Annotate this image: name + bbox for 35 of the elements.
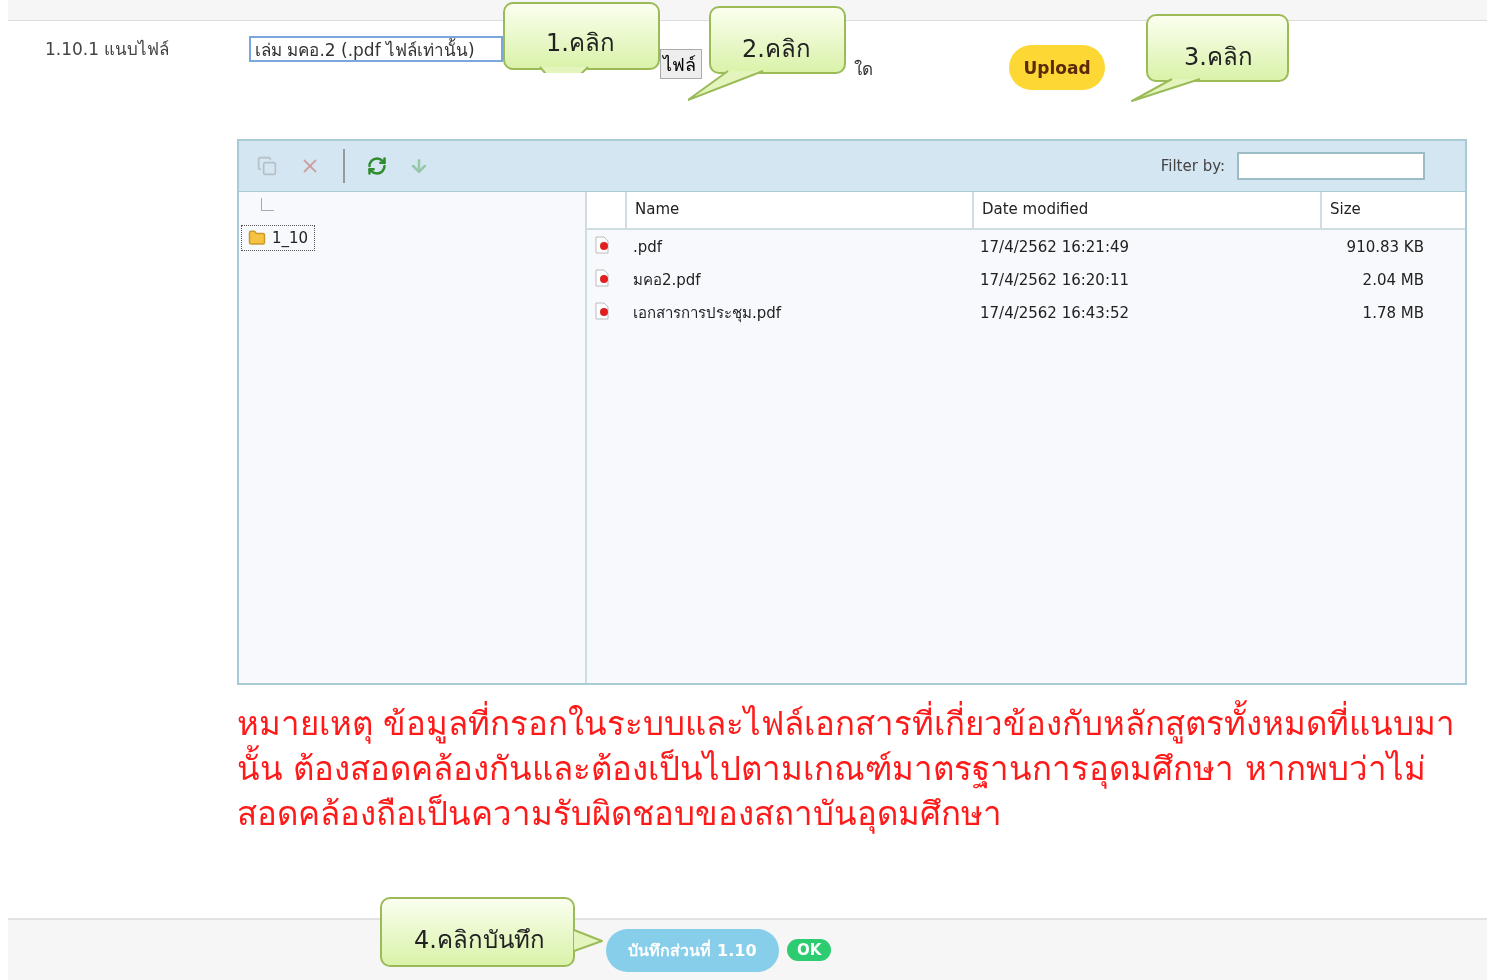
file-status-text: ใด (854, 58, 874, 81)
size-cell-text: 1.78 MB (1361, 303, 1425, 322)
date-cell-text: 17/4/2562 16:20:11 (979, 270, 1131, 289)
filter-label: Filter by: (1160, 157, 1225, 175)
pdf-file-icon (595, 301, 609, 320)
size-cell-text: 2.04 MB (1361, 270, 1425, 289)
upload-button[interactable]: Upload (1009, 45, 1105, 90)
down-arrow-icon (409, 156, 429, 176)
pdf-file-icon (595, 268, 609, 287)
folder-icon (248, 229, 266, 247)
file-name-cell-text: มคอ2.pdf (632, 269, 702, 291)
document-name-field[interactable]: เล่ม มคอ.2 (.pdf ไฟล์เท่านั้น) (249, 36, 503, 62)
refresh-icon (367, 156, 387, 176)
filter-field[interactable] (1237, 152, 1425, 180)
callout-text: 3.คลิก (1184, 42, 1253, 73)
ok-badge: OK (787, 939, 832, 961)
column-header[interactable]: Date modified (972, 192, 1320, 228)
callout-text: 1.คลิก (546, 28, 615, 59)
column-header[interactable]: Size (1320, 192, 1432, 228)
file-name-cell-text: .pdf (632, 237, 664, 256)
date-cell-text: 17/4/2562 16:43:52 (979, 303, 1131, 322)
field-label: 1.10.1 แนบไฟล์ (45, 38, 171, 61)
tree-line-icon (261, 198, 274, 211)
refresh-button[interactable] (367, 156, 387, 176)
pdf-file-icon (595, 235, 609, 254)
choose-file-button[interactable]: ไฟล์ (660, 49, 702, 79)
file-name-cell-text: เอกสารการประชุม.pdf (632, 302, 783, 325)
callout-text: 4.คลิกบันทึก (414, 925, 545, 956)
size-cell-text: 910.83 KB (1345, 237, 1425, 256)
column-header[interactable]: Name (625, 192, 972, 228)
copy-icon (257, 156, 277, 176)
note-text: หมายเหตุ ข้อมูลที่กรอกในระบบและไฟล์เอกสารที่เกี่ยวข้องกับหลักสูตรทั้งหมดที่แนบมานั้น ต้องสอดคล้องกันและต้องเป็นไปตามเกณฑ์มาตรฐานการอุดมศึกษา หากพบว่าไม่สอดคล้องถือเป็นความรับผิดชอบของสถาบันอุดมศึกษา (237, 701, 1472, 836)
callout-text: 2.คลิก (742, 34, 811, 65)
folder-item[interactable]: 1_10 (241, 225, 316, 251)
date-cell-text: 17/4/2562 16:21:49 (979, 237, 1131, 256)
